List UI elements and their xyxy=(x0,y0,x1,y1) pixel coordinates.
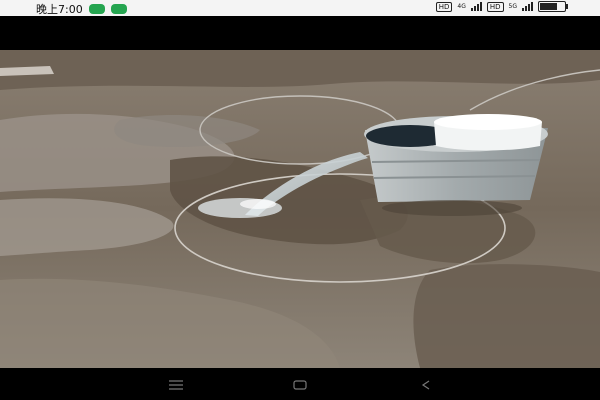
clock-time: 晚上7:00 xyxy=(36,3,83,16)
media-frame[interactable] xyxy=(0,50,600,368)
sim2-hd-badge: HD xyxy=(486,1,504,12)
net-type-icon: 4G xyxy=(457,2,466,10)
mud-lower-right xyxy=(413,264,600,368)
status-left: 晚上7:00 xyxy=(36,1,127,17)
menu-icon[interactable] xyxy=(164,376,188,394)
battery-icon xyxy=(538,1,568,12)
back-icon[interactable] xyxy=(414,376,438,394)
net-type-icon-2: 5G xyxy=(508,2,517,10)
signal-icon xyxy=(470,2,482,11)
white-container-top xyxy=(434,114,542,130)
bucket-shadow xyxy=(382,200,522,216)
home-icon[interactable] xyxy=(288,376,312,394)
sim1-hd-badge: HD xyxy=(435,1,453,12)
wechat-icon xyxy=(88,4,105,14)
signal-icon-2 xyxy=(522,2,533,11)
phone-icon xyxy=(110,4,127,14)
battery-tip xyxy=(566,4,568,9)
water-splash-core xyxy=(240,199,276,209)
navigation-bar xyxy=(0,370,600,400)
status-bar: 晚上7:00 HD 4G HD 5G xyxy=(0,0,600,16)
battery-fill xyxy=(540,3,557,10)
status-right: HD 4G HD 5G xyxy=(435,1,568,12)
